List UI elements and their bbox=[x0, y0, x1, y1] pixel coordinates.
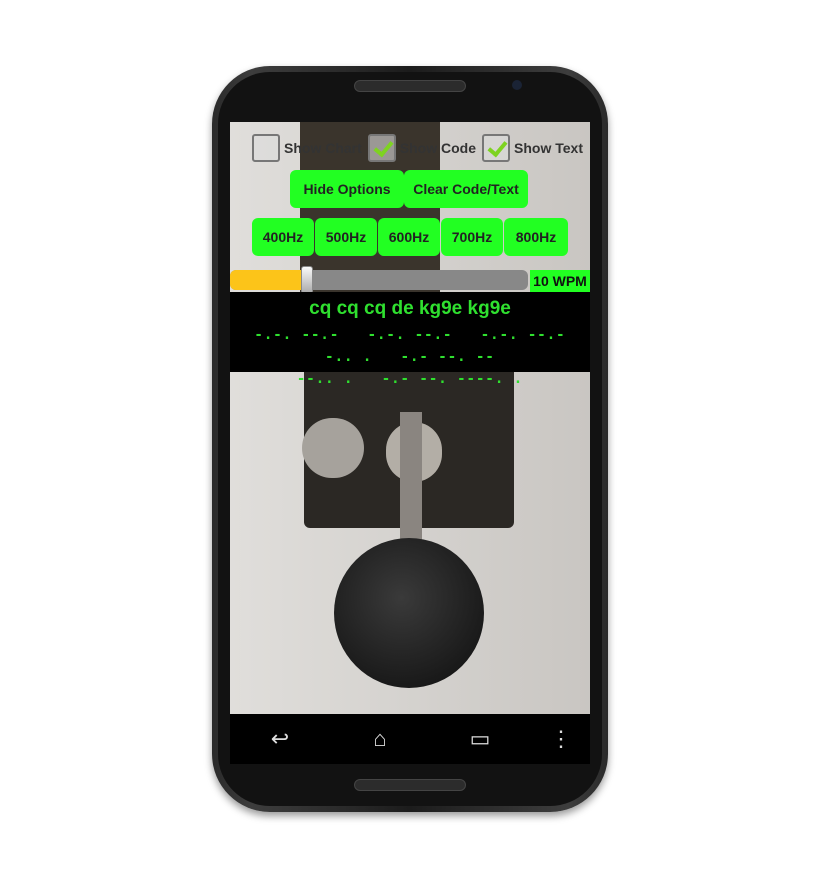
freq-400-button[interactable]: 400Hz bbox=[252, 218, 314, 256]
show-text-checkbox[interactable]: Show Text bbox=[482, 134, 583, 162]
checkbox-label: Show Chart bbox=[284, 140, 362, 156]
recents-icon[interactable]: ▭ bbox=[450, 726, 510, 752]
display-options: Show Chart Show Code Show Text bbox=[252, 134, 583, 162]
speed-slider[interactable] bbox=[230, 266, 528, 294]
morse-code-text: -.-. --.- -.-. --.- -.-. --.- -.. . -.- … bbox=[254, 327, 566, 387]
menu-icon[interactable]: ⋮ bbox=[550, 726, 572, 752]
back-icon[interactable]: ↩ bbox=[250, 726, 310, 752]
key-knob bbox=[334, 538, 484, 688]
output-panel: cq cq cq de kg9e kg9e -.-. --.- -.-. --.… bbox=[230, 292, 590, 387]
hide-options-button[interactable]: Hide Options bbox=[290, 170, 404, 208]
android-nav-bar: ↩ ⌂ ▭ ⋮ bbox=[230, 714, 590, 764]
app-screen: Show Chart Show Code Show Text Hide Opti… bbox=[230, 122, 590, 714]
freq-500-button[interactable]: 500Hz bbox=[315, 218, 377, 256]
telegraph-key-image[interactable] bbox=[230, 122, 590, 714]
front-camera bbox=[512, 80, 522, 90]
slider-fill bbox=[230, 270, 308, 290]
decoded-text: cq cq cq de kg9e kg9e bbox=[309, 298, 511, 319]
checkbox-checked-icon[interactable] bbox=[367, 134, 396, 162]
clear-code-text-button[interactable]: Clear Code/Text bbox=[404, 170, 528, 208]
slider-thumb[interactable] bbox=[301, 266, 314, 294]
show-chart-checkbox[interactable]: Show Chart bbox=[252, 134, 362, 162]
freq-600-button[interactable]: 600Hz bbox=[378, 218, 440, 256]
checkbox-label: Show Code bbox=[399, 140, 477, 156]
earpiece-speaker bbox=[354, 80, 466, 92]
bottom-speaker bbox=[354, 779, 466, 791]
freq-800-button[interactable]: 800Hz bbox=[504, 218, 568, 256]
checkbox-box[interactable] bbox=[252, 134, 280, 162]
push-button-cap bbox=[302, 418, 364, 478]
checkbox-checked-icon[interactable] bbox=[482, 134, 511, 162]
key-lever bbox=[400, 412, 422, 552]
checkbox-label: Show Text bbox=[514, 140, 583, 156]
show-code-checkbox[interactable]: Show Code bbox=[367, 134, 477, 162]
wpm-label: 10 WPM bbox=[530, 270, 590, 292]
freq-700-button[interactable]: 700Hz bbox=[441, 218, 503, 256]
home-icon[interactable]: ⌂ bbox=[350, 726, 410, 752]
